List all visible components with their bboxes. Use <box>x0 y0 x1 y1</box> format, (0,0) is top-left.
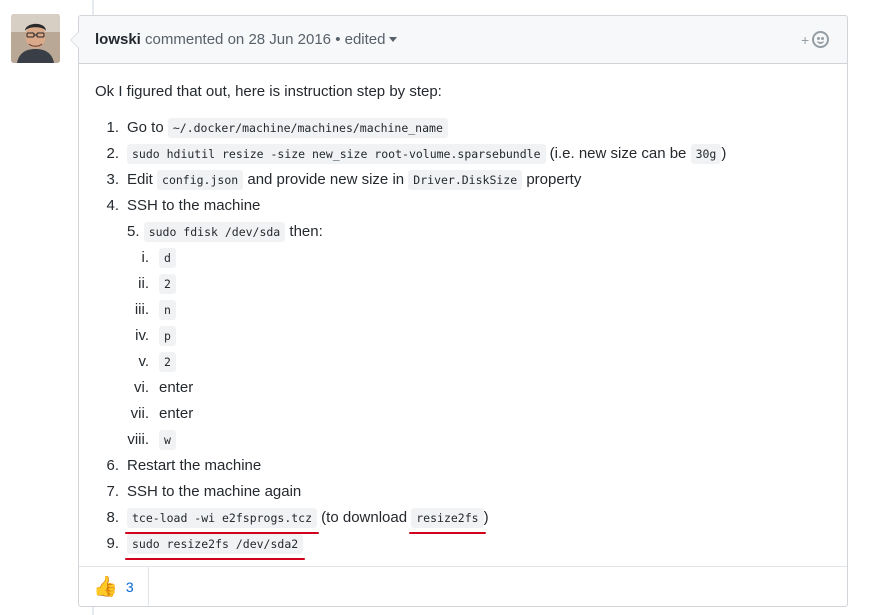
step-text: enter <box>159 405 194 422</box>
code-snippet: sudo fdisk /dev/sda <box>143 222 286 242</box>
code-snippet: n <box>159 300 176 320</box>
sub-list-item: iv. p <box>135 323 831 349</box>
caret-down-icon <box>388 36 397 42</box>
code-snippet: Driver.DiskSize <box>408 170 523 190</box>
step-number: 1. <box>106 119 119 136</box>
list-item: 4. SSH to the machine <box>106 193 831 219</box>
sub-list-item: vi. enter <box>134 375 831 401</box>
step-number: 3. <box>106 171 119 188</box>
code-snippet-highlighted: tce-load -wi e2fsprogs.tcz <box>127 508 318 528</box>
sub-step-number: iv. <box>135 327 149 344</box>
step-number: 4. <box>106 197 119 214</box>
smiley-icon <box>812 31 829 48</box>
step-text: and provide new size in <box>243 171 409 188</box>
sub-step-number: viii. <box>127 431 149 448</box>
reaction-count: 3 <box>125 578 134 595</box>
code-snippet: d <box>159 248 176 268</box>
author-name[interactable]: lowski <box>95 31 141 48</box>
avatar-image <box>11 14 60 63</box>
sub-steps-list: i. d ii. 2 iii. n iv. p v. 2 vi. enter vii. ent… <box>127 245 831 453</box>
step-number: 7. <box>106 483 119 500</box>
code-snippet: 2 <box>159 352 176 372</box>
code-snippet: sudo hdiutil resize -size new_size root-… <box>127 144 546 164</box>
step-number: 2. <box>106 145 119 162</box>
comment-box: lowski commented on 28 Jun 2016 • edited… <box>78 15 848 607</box>
list-item: 9. sudo resize2fs /dev/sda2 <box>106 531 831 557</box>
sub-step-number: iii. <box>134 301 149 318</box>
code-snippet: 30g <box>690 144 722 164</box>
steps-list: 1. Go to ~/.docker/machine/machines/mach… <box>95 115 831 557</box>
step-number: 6. <box>106 457 119 474</box>
list-item: 1. Go to ~/.docker/machine/machines/mach… <box>106 115 831 141</box>
code-snippet: config.json <box>157 170 244 190</box>
thumbs-up-icon: 👍 <box>93 575 118 598</box>
timeline-line-top <box>92 0 94 16</box>
sub-step-number: ii. <box>138 275 149 292</box>
step-text: Restart the machine <box>127 457 262 474</box>
code-snippet: w <box>159 430 176 450</box>
separator-dot: • <box>335 31 341 48</box>
thumbs-up-reaction-button[interactable]: 👍 3 <box>79 567 149 606</box>
code-snippet: ~/.docker/machine/machines/machine_name <box>167 118 448 138</box>
sub-list-item: iii. n <box>135 297 831 323</box>
step-number: 9. <box>106 535 119 552</box>
comment-body: Ok I figured that out, here is instructi… <box>79 64 847 557</box>
edited-label: edited <box>344 31 386 48</box>
sub-step-number: i. <box>141 249 150 266</box>
step-number: 5. <box>127 223 140 240</box>
step-text: (to download <box>317 509 412 526</box>
timeline-line-bottom <box>92 606 94 615</box>
sub-step-number: vi. <box>134 379 149 396</box>
list-item: 3. Edit config.json and provide new size… <box>106 167 831 193</box>
sub-list-item: v. 2 <box>138 349 831 375</box>
step-text: SSH to the machine again <box>127 483 302 500</box>
code-snippet: 2 <box>159 274 176 294</box>
plus-icon: + <box>801 32 810 48</box>
list-item: 6. Restart the machine <box>106 453 831 479</box>
step-text: (i.e. new size can be <box>545 145 691 162</box>
sub-list-item: i. d <box>142 245 831 271</box>
step-text: ) <box>483 509 489 526</box>
step-text: then: <box>285 223 323 240</box>
comment-arrow-inner <box>71 32 79 48</box>
sub-list-item: ii. 2 <box>138 271 831 297</box>
step-text: Go to <box>127 119 168 136</box>
sub-step-number: v. <box>138 353 149 370</box>
step-number: 8. <box>106 509 119 526</box>
list-item: 2. sudo hdiutil resize -size new_size ro… <box>106 141 831 167</box>
code-snippet: p <box>159 326 176 346</box>
code-snippet-highlighted: sudo resize2fs /dev/sda2 <box>127 534 304 554</box>
sub-step-number: vii. <box>130 405 149 422</box>
edited-dropdown[interactable]: edited <box>345 31 397 48</box>
step-text: property <box>522 171 582 188</box>
list-item: 5. sudo fdisk /dev/sda then: i. d ii. 2 ii… <box>127 219 831 453</box>
step-text: ) <box>721 145 727 162</box>
intro-text: Ok I figured that out, here is instructi… <box>95 83 442 100</box>
step-text: enter <box>159 379 194 396</box>
list-item: 8. tce-load -wi e2fsprogs.tcz (to downlo… <box>106 505 831 531</box>
code-snippet-highlighted: resize2fs <box>411 508 484 528</box>
add-reaction-button[interactable]: + <box>801 30 831 50</box>
sub-list-item: vii. enter <box>131 401 831 427</box>
step-text: Edit <box>127 171 158 188</box>
avatar[interactable] <box>11 14 60 63</box>
list-item: 7. SSH to the machine again <box>106 479 831 505</box>
sub-list-item: viii. w <box>127 427 831 453</box>
comment-action: commented on <box>145 31 245 48</box>
comment-reactions-bar: 👍 3 <box>79 566 847 606</box>
comment-header: lowski commented on 28 Jun 2016 • edited… <box>79 16 847 64</box>
comment-date[interactable]: 28 Jun 2016 <box>248 31 331 48</box>
step-text: SSH to the machine <box>127 197 261 214</box>
